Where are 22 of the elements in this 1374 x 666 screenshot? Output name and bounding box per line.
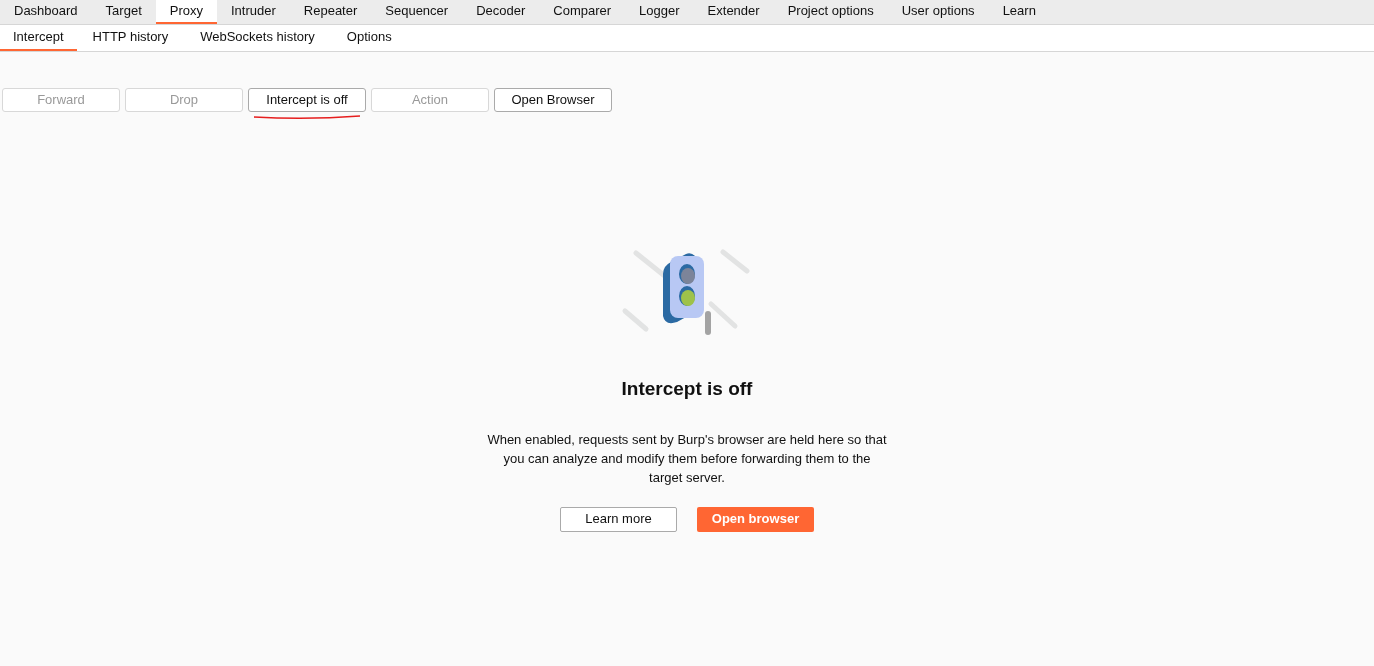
empty-state-description: When enabled, requests sent by Burp's browser are held here so that you can analyze and modify them before forwarding them to the target server.: [487, 430, 887, 487]
main-tab[interactable]: Dashboard: [0, 0, 92, 24]
toolbar-button[interactable]: Open Browser: [494, 88, 612, 112]
main-tab[interactable]: Logger: [625, 0, 694, 24]
main-tab[interactable]: Sequencer: [371, 0, 463, 24]
main-tab[interactable]: Comparer: [539, 0, 626, 24]
main-tab[interactable]: Decoder: [462, 0, 540, 24]
main-tab[interactable]: Project options: [773, 0, 888, 24]
main-tab[interactable]: Target: [91, 0, 156, 24]
sub-tab[interactable]: Intercept: [0, 25, 77, 51]
sub-tab[interactable]: Options: [330, 25, 408, 51]
main-tab[interactable]: Repeater: [289, 0, 372, 24]
main-tab[interactable]: User options: [887, 0, 989, 24]
main-tab[interactable]: Extender: [693, 0, 774, 24]
sub-tab[interactable]: HTTP history: [76, 25, 185, 51]
main-tab[interactable]: Learn: [988, 0, 1050, 24]
learn-more-button[interactable]: Learn more: [560, 506, 677, 532]
main-tab[interactable]: Proxy: [155, 0, 217, 24]
empty-state-title: Intercept is off: [621, 377, 753, 401]
sub-tab[interactable]: WebSockets history: [184, 25, 331, 51]
main-tab[interactable]: Intruder: [217, 0, 290, 24]
toolbar-button[interactable]: Intercept is off: [248, 88, 366, 112]
